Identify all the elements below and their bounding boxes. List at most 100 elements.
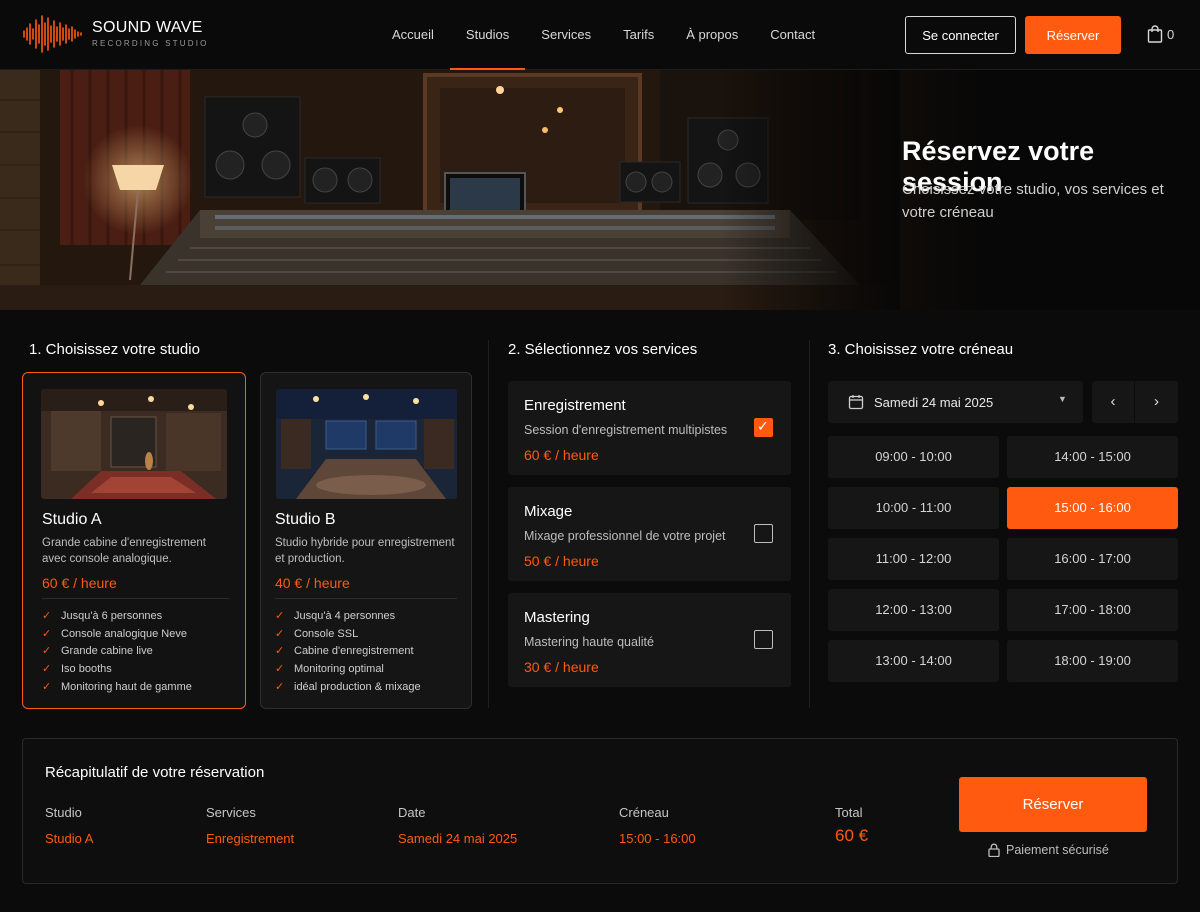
- summary-date-value: Samedi 24 mai 2025: [398, 831, 518, 846]
- summary-studio-label: Studio: [45, 805, 82, 820]
- hero-subtitle: Choisissez votre studio, vos services et…: [902, 181, 1164, 221]
- service-description: Mixage professionnel de votre projet: [524, 529, 726, 543]
- studio-a-description: Grande cabine d'enregistrement avec cons…: [42, 537, 206, 565]
- feature-item: ✓ Console SSL: [275, 626, 421, 644]
- nav-link-contact[interactable]: Contact: [754, 0, 831, 70]
- studio-a-features: ✓ Jusqu'à 6 personnes ✓ Console analogique…: [42, 608, 192, 697]
- column-divider: [809, 340, 810, 708]
- service-price: 50 € / heure: [524, 553, 599, 569]
- login-button[interactable]: Se connecter: [905, 16, 1016, 54]
- time-slot[interactable]: 10:00 - 11:00: [828, 487, 999, 529]
- studio-card-b[interactable]: Studio B Studio hybride pour enregistrem…: [260, 372, 472, 709]
- nav-link-studios[interactable]: Studios: [449, 0, 526, 70]
- top-nav: SOUND WAVE RECORDING STUDIO Accueil Stud…: [0, 0, 1200, 70]
- check-icon: ✓: [275, 627, 285, 640]
- date-select[interactable]: Samedi 24 mai 2025 ▼: [828, 381, 1083, 423]
- time-slot[interactable]: 14:00 - 15:00: [1007, 436, 1178, 478]
- secure-payment: Paiement sécurisé: [988, 843, 1109, 857]
- booking-summary: Récapitulatif de votre réservation Studi…: [22, 738, 1178, 884]
- service-price: 60 € / heure: [524, 447, 599, 463]
- summary-total-label: Total: [835, 805, 863, 820]
- time-slot[interactable]: 16:00 - 17:00: [1007, 538, 1178, 580]
- studio-b-description: Studio hybride pour enregistrement et pr…: [275, 537, 455, 565]
- studio-b-features: ✓ Jusqu'à 4 personnes ✓ Console SSL ✓ Cabin…: [275, 608, 421, 697]
- chevron-left-icon[interactable]: ‹: [1092, 381, 1135, 423]
- studio-a-photo: [41, 389, 227, 499]
- time-slot[interactable]: 12:00 - 13:00: [828, 589, 999, 631]
- service-description: Session d'enregistrement multipistes: [524, 423, 728, 437]
- lock-icon: [988, 843, 1000, 857]
- chevron-right-icon[interactable]: ›: [1135, 381, 1178, 423]
- summary-studio-value: Studio A: [45, 831, 94, 846]
- check-icon: ✓: [757, 418, 769, 434]
- studio-console-illustration: [0, 70, 900, 310]
- check-icon: ✓: [42, 610, 52, 622]
- studio-a-price: 60 € / heure: [42, 575, 117, 591]
- nav-link-a-propos[interactable]: À propos: [670, 0, 754, 70]
- feature-item: ✓ idéal production & mixage: [275, 679, 421, 697]
- column-divider: [488, 340, 489, 708]
- feature-item: ✓ Jusqu'à 6 personnes: [42, 608, 192, 626]
- studio-a-name: Studio A: [42, 511, 102, 528]
- calendar-icon: [848, 395, 864, 410]
- summary-date-label: Date: [398, 805, 426, 820]
- studio-b-photo: [276, 389, 457, 499]
- studio-b-name: Studio B: [275, 511, 336, 528]
- summary-title: Récapitulatif de votre réservation: [45, 764, 265, 781]
- service-price: 30 € / heure: [524, 659, 599, 675]
- service-description: Mastering haute qualité: [524, 635, 654, 649]
- divider: [275, 598, 457, 599]
- feature-item: ✓ Iso booths: [42, 661, 192, 679]
- feature-item: ✓ Jusqu'à 4 personnes: [275, 608, 421, 626]
- step2-title: 2. Sélectionnez vos services: [508, 341, 698, 358]
- summary-slot-value: 15:00 - 16:00: [619, 831, 696, 846]
- summary-slot-label: Créneau: [619, 805, 669, 820]
- reserve-button[interactable]: Réserver: [959, 777, 1147, 832]
- nav-link-tarifs[interactable]: Tarifs: [607, 0, 670, 70]
- step1-title: 1. Choisissez votre studio: [29, 341, 200, 358]
- check-icon: ✓: [42, 627, 52, 640]
- reserve-nav-button[interactable]: Réserver: [1025, 16, 1121, 54]
- summary-total-value: 60 €: [835, 826, 869, 845]
- time-slot[interactable]: 18:00 - 19:00: [1007, 640, 1178, 682]
- feature-item: ✓ Cabine d'enregistrement: [275, 643, 421, 661]
- chevron-down-icon: ▼: [1058, 394, 1067, 404]
- hero-banner: Réservez votre session Choisissez votre …: [0, 70, 1200, 310]
- cart-button[interactable]: 0: [1147, 25, 1174, 43]
- divider: [42, 598, 229, 599]
- nav-link-accueil[interactable]: Accueil: [376, 0, 450, 70]
- check-icon: ✓: [275, 645, 285, 658]
- summary-services-label: Services: [206, 805, 256, 820]
- service-enregistrement[interactable]: Enregistrement Session d'enregistrement …: [508, 381, 791, 475]
- time-slot-selected[interactable]: 15:00 - 16:00: [1007, 487, 1178, 529]
- service-name: Enregistrement: [524, 397, 626, 414]
- cart-count: 0: [1167, 26, 1175, 42]
- logo[interactable]: SOUND WAVE RECORDING STUDIO: [22, 14, 209, 54]
- feature-item: ✓ Console analogique Neve: [42, 626, 192, 644]
- soundwave-logo-icon: [23, 15, 82, 53]
- time-slot[interactable]: 09:00 - 10:00: [828, 436, 999, 478]
- studio-card-a[interactable]: Studio A Grande cabine d'enregistrement …: [22, 372, 246, 709]
- feature-item: ✓ Grande cabine live: [42, 643, 192, 661]
- brand-name: SOUND WAVE: [92, 19, 203, 36]
- feature-item: ✓ Monitoring optimal: [275, 661, 421, 679]
- check-icon: ✓: [275, 680, 285, 693]
- summary-services-value: Enregistrement: [206, 831, 295, 846]
- time-slot[interactable]: 11:00 - 12:00: [828, 538, 999, 580]
- service-checkbox-mastering[interactable]: [754, 630, 773, 649]
- studio-b-price: 40 € / heure: [275, 575, 350, 591]
- service-checkbox-mixage[interactable]: [754, 524, 773, 543]
- time-slot[interactable]: 13:00 - 14:00: [828, 640, 999, 682]
- service-name: Mixage: [524, 503, 573, 520]
- service-mastering[interactable]: Mastering Mastering haute qualité 30 € /…: [508, 593, 791, 687]
- secure-payment-label: Paiement sécurisé: [1006, 843, 1109, 857]
- step3-title: 3. Choisissez votre créneau: [828, 341, 1014, 358]
- service-mixage[interactable]: Mixage Mixage professionnel de votre pro…: [508, 487, 791, 581]
- nav-links: Accueil Studios Services Tarifs À propos…: [376, 0, 831, 70]
- nav-link-services[interactable]: Services: [525, 0, 607, 70]
- check-icon: ✓: [42, 645, 52, 658]
- check-icon: ✓: [275, 610, 285, 622]
- service-checkbox-enregistrement[interactable]: ✓: [754, 418, 773, 437]
- time-slot[interactable]: 17:00 - 18:00: [1007, 589, 1178, 631]
- check-icon: ✓: [42, 680, 52, 693]
